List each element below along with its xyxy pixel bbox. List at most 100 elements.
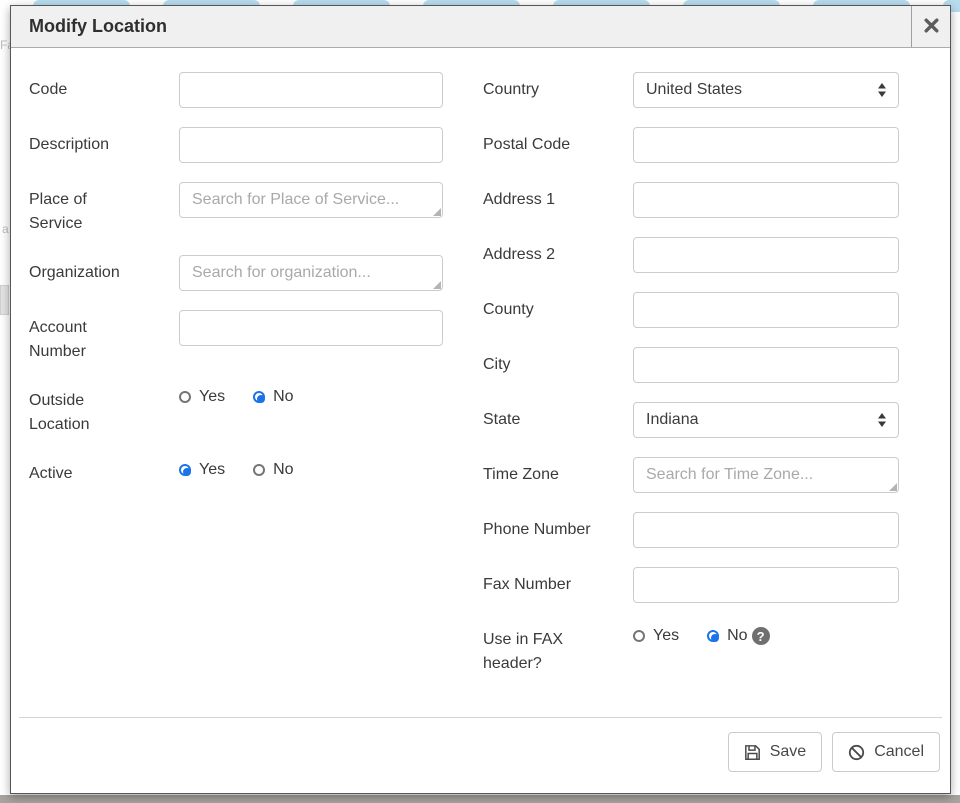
state-select-value: Indiana [646,411,699,429]
field-row-postal-code: Postal Code [483,127,899,163]
active-radio-option-no[interactable]: No [253,461,293,479]
code-input[interactable] [179,72,443,108]
field-control [179,310,443,346]
field-label: Time Zone [483,457,633,487]
active-radio-option-yes[interactable]: Yes [179,461,225,479]
organization-search-input[interactable] [179,255,443,291]
state-select[interactable]: Indiana [633,402,899,438]
field-control [633,127,899,163]
outside-location-radio-option-no[interactable]: No [253,388,293,406]
outside-location-yes-radio[interactable] [179,391,191,403]
address-2-input[interactable] [633,237,899,273]
field-row-fax-number: Fax Number [483,567,899,603]
help-icon[interactable]: ? [752,627,770,645]
radio-option-label: Yes [199,388,225,406]
field-row-address-1: Address 1 [483,182,899,218]
field-row-organization: Organization [29,255,443,291]
field-label: Active [29,456,179,486]
field-row-time-zone: Time Zone [483,457,899,493]
country-select-value: United States [646,81,742,99]
field-control: United States [633,72,899,108]
chevron-updown-icon [877,412,887,428]
field-row-city: City [483,347,899,383]
save-button[interactable]: Save [728,732,822,772]
field-label: Place of Service [29,182,179,236]
use-in-fax-header-radio-group: Yes No ? [633,622,899,645]
field-label: Address 2 [483,237,633,267]
field-label: Address 1 [483,182,633,212]
field-control [633,457,899,493]
field-label: Description [29,127,179,157]
field-control [179,72,443,108]
active-yes-radio[interactable] [179,464,191,476]
radio-option-label: Yes [653,627,679,645]
field-row-active: Active Yes No [29,456,443,492]
use-in-fax-header-radio-option-yes[interactable]: Yes [633,627,679,645]
account-number-input[interactable] [179,310,443,346]
field-control [633,182,899,218]
field-control [179,182,443,218]
field-label: City [483,347,633,377]
field-row-description: Description [29,127,443,163]
field-control [179,127,443,163]
use-in-fax-header-no-radio[interactable] [707,630,719,642]
use-in-fax-header-radio-option-no[interactable]: No [707,627,747,645]
field-label: Code [29,72,179,102]
time-zone-search-input[interactable] [633,457,899,493]
field-label: Use in FAX header? [483,622,633,676]
field-control [633,512,899,548]
field-row-code: Code [29,72,443,108]
background-strip [0,795,960,803]
outside-location-no-radio[interactable] [253,391,265,403]
field-label: Outside Location [29,383,179,437]
description-input[interactable] [179,127,443,163]
active-radio-group: Yes No [179,456,443,479]
modal-title: Modify Location [11,6,911,47]
field-row-outside-location: Outside Location Yes No [29,383,443,437]
radio-option-label: No [273,461,293,479]
form-column-right: Country United States Postal Code [483,72,899,695]
save-icon [744,744,761,761]
cancel-button[interactable]: Cancel [832,732,940,772]
field-label: State [483,402,633,432]
field-row-state: State Indiana [483,402,899,438]
place-of-service-search-input[interactable] [179,182,443,218]
chevron-updown-icon [877,82,887,98]
close-button[interactable] [911,6,950,47]
form-column-left: Code Description Place of Service [29,72,443,695]
field-row-use-in-fax-header: Use in FAX header? Yes No ? [483,622,899,676]
country-select[interactable]: United States [633,72,899,108]
field-label: Postal Code [483,127,633,157]
field-control [179,255,443,291]
field-row-address-2: Address 2 [483,237,899,273]
background-text-fragment: a [2,222,9,236]
radio-option-label: No [273,388,293,406]
field-control [633,292,899,328]
city-input[interactable] [633,347,899,383]
combobox-grip-icon [433,281,441,289]
field-label: Country [483,72,633,102]
field-row-place-of-service: Place of Service [29,182,443,236]
combobox-grip-icon [433,208,441,216]
close-icon [924,18,939,36]
field-control [633,237,899,273]
field-label: Account Number [29,310,179,364]
modal-header: Modify Location [11,6,950,48]
active-no-radio[interactable] [253,464,265,476]
use-in-fax-header-yes-radio[interactable] [633,630,645,642]
field-label: Fax Number [483,567,633,597]
postal-code-input[interactable] [633,127,899,163]
radio-option-label: Yes [199,461,225,479]
field-row-account-number: Account Number [29,310,443,364]
field-label: Phone Number [483,512,633,542]
address-1-input[interactable] [633,182,899,218]
background-block-fragment [0,285,9,315]
fax-number-input[interactable] [633,567,899,603]
radio-option-label: No [727,627,747,645]
field-label: Organization [29,255,179,285]
outside-location-radio-option-yes[interactable]: Yes [179,388,225,406]
field-row-country: Country United States [483,72,899,108]
phone-number-input[interactable] [633,512,899,548]
modal-footer: Save Cancel [19,717,942,793]
county-input[interactable] [633,292,899,328]
